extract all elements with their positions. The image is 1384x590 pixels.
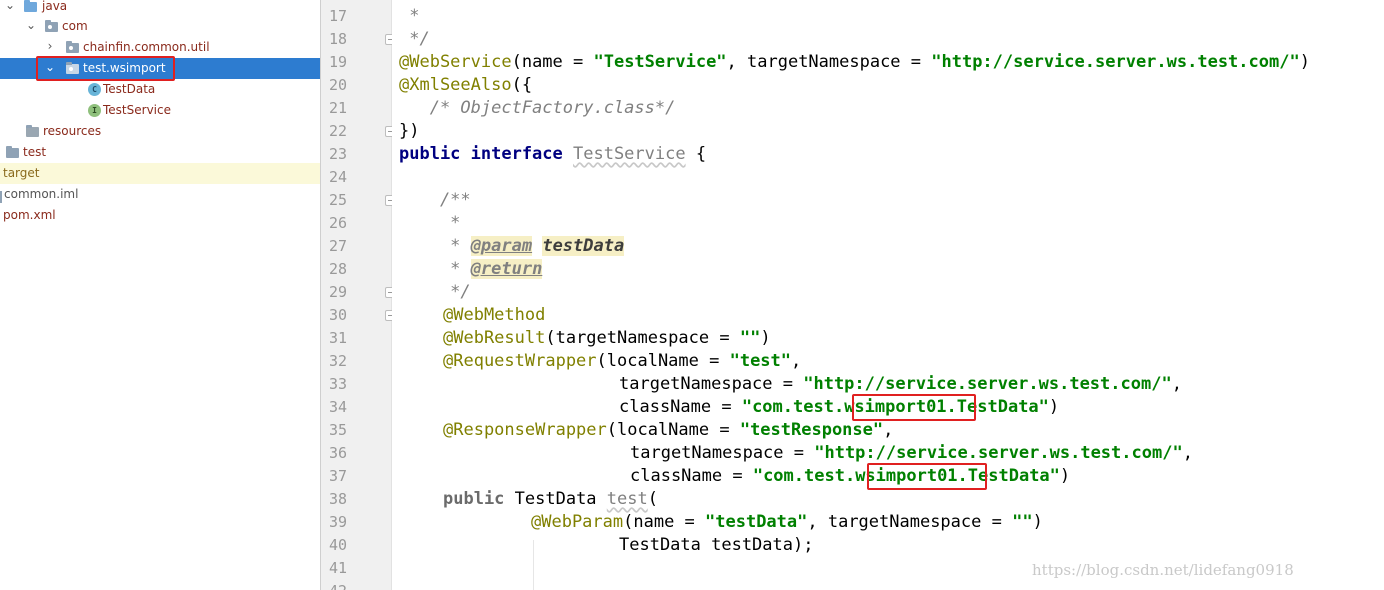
code-line-30: @WebMethod	[443, 305, 546, 325]
tree-item-label: target	[3, 166, 40, 180]
line-number: 29	[328, 283, 347, 301]
highlight-box	[852, 394, 976, 421]
folder-icon	[6, 146, 19, 158]
line-number: 32	[328, 352, 347, 370]
code-line-33: targetNamespace = "http://service.server…	[619, 374, 1182, 394]
line-number: 34	[328, 398, 347, 416]
tree-item-label: com	[62, 19, 88, 33]
tree-item-label: test	[23, 145, 47, 159]
tree-item-testdata[interactable]: C TestData	[0, 79, 320, 100]
code-line-26: *	[399, 213, 461, 233]
line-number: 21	[328, 99, 347, 117]
tree-item-target[interactable]: target	[0, 163, 320, 184]
line-number: 31	[328, 329, 347, 347]
tree-item-label: TestService	[103, 103, 171, 117]
code-line-27: * @param testData	[399, 236, 625, 256]
code-line-19: @WebService(name = "TestService", target…	[399, 52, 1310, 72]
tree-item-label: chainfin.common.util	[83, 40, 210, 54]
line-number: 24	[328, 168, 347, 186]
line-number: 37	[328, 467, 347, 485]
code-line-32: @RequestWrapper(localName = "test",	[443, 351, 802, 371]
code-line-21: /* ObjectFactory.class*/	[399, 98, 676, 118]
code-line-37: className = "com.test.wsimport01.TestDat…	[630, 466, 1071, 486]
code-line-36: targetNamespace = "http://service.server…	[630, 443, 1193, 463]
tree-item-pom-xml[interactable]: pom.xml	[0, 205, 320, 226]
line-number: 35	[328, 421, 347, 439]
code-line-34: className = "com.test.wsimport01.TestDat…	[619, 397, 1060, 417]
folder-icon	[24, 0, 37, 12]
line-number: 17	[328, 7, 347, 25]
tree-item-label: TestData	[103, 82, 156, 96]
line-number: 23	[328, 145, 347, 163]
line-number: 30	[328, 306, 347, 324]
interface-icon: I	[88, 104, 101, 117]
line-number: 33	[328, 375, 347, 393]
package-icon	[66, 41, 79, 53]
line-number: 42	[321, 580, 347, 590]
code-line-35: @ResponseWrapper(localName = "testRespon…	[443, 420, 894, 440]
project-tree: ⌄ java ⌄ com › chainfin.common.util ⌄ te…	[0, 0, 320, 590]
indent-guide	[533, 540, 534, 590]
code-line-29: */	[399, 282, 471, 302]
code-line-23: public interface TestService {	[399, 144, 707, 164]
line-number: 26	[328, 214, 347, 232]
tree-item-label: resources	[43, 124, 102, 138]
line-number: 28	[328, 260, 347, 278]
line-number: 36	[328, 444, 347, 462]
tree-item-com[interactable]: ⌄ com	[0, 16, 320, 37]
chevron-down-icon[interactable]: ⌄	[25, 18, 37, 32]
code-line-25: /**	[399, 190, 471, 210]
tree-item-label: java	[42, 0, 68, 13]
line-number: 41	[328, 559, 347, 577]
code-line-28: * @return	[399, 259, 543, 279]
code-line-31: @WebResult(targetNamespace = "")	[443, 328, 771, 348]
code-line-40: TestData testData);	[619, 535, 814, 555]
tree-item-common-iml[interactable]: common.iml	[0, 184, 320, 205]
code-line-20: @XmlSeeAlso({	[399, 75, 533, 95]
tree-item-label: common.iml	[4, 187, 79, 201]
code-line-18: */	[399, 29, 430, 49]
highlight-box	[867, 463, 987, 490]
code-line-38: public TestData test(	[443, 489, 658, 509]
chevron-down-icon[interactable]: ⌄	[4, 0, 16, 12]
watermark: https://blog.csdn.net/lidefang0918	[1032, 561, 1294, 579]
package-icon	[45, 20, 58, 32]
line-number: 22	[328, 122, 347, 140]
code-line-39: @WebParam(name = "testData", targetNames…	[531, 512, 1043, 532]
code-line-22: })	[399, 121, 420, 141]
line-number: 19	[328, 53, 347, 71]
tree-item-label: pom.xml	[3, 208, 56, 222]
chevron-right-icon[interactable]: ›	[44, 39, 56, 53]
tree-item-java[interactable]: ⌄ java	[0, 0, 320, 17]
tree-item-testservice[interactable]: I TestService	[0, 100, 320, 121]
line-number: 25	[328, 191, 347, 209]
line-number: 27	[328, 237, 347, 255]
module-file-icon	[0, 191, 2, 203]
line-number: 40	[328, 536, 347, 554]
tree-item-test[interactable]: test	[0, 142, 320, 163]
resources-folder-icon	[26, 125, 39, 137]
line-number: 39	[328, 513, 347, 531]
line-number: 38	[328, 490, 347, 508]
highlight-box	[36, 56, 175, 81]
tree-item-chainfin-common-util[interactable]: › chainfin.common.util	[0, 37, 320, 58]
class-icon: C	[88, 83, 101, 96]
tree-item-resources[interactable]: resources	[0, 121, 320, 142]
line-number: 18	[328, 30, 347, 48]
line-number: 20	[328, 76, 347, 94]
code-line-17: *	[399, 6, 420, 26]
